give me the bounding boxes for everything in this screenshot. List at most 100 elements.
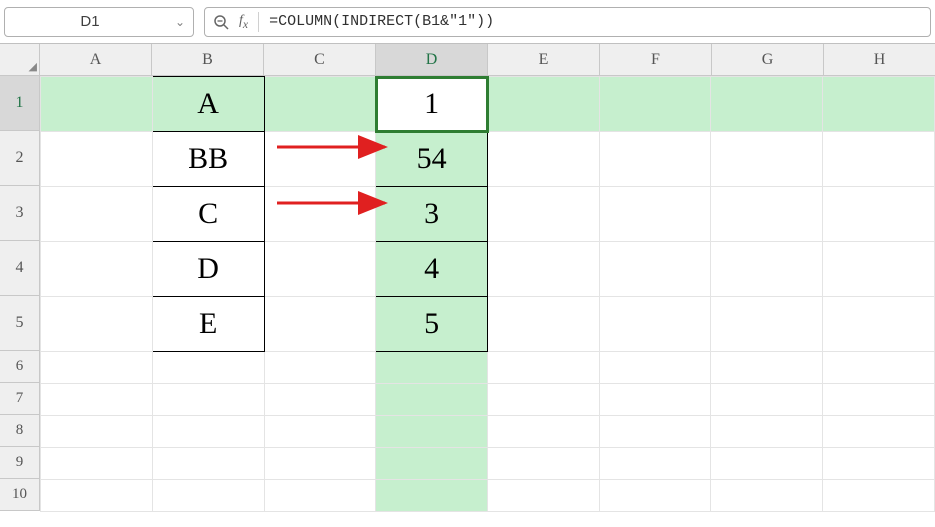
- cell-C5[interactable]: [264, 297, 376, 352]
- cell-G2[interactable]: [711, 132, 823, 187]
- col-header-E[interactable]: E: [488, 44, 600, 76]
- cell-B2[interactable]: BB: [152, 132, 264, 187]
- cell-C7[interactable]: [264, 384, 376, 416]
- row-header-10[interactable]: 10: [0, 479, 40, 511]
- cell-G5[interactable]: [711, 297, 823, 352]
- cell-E6[interactable]: [488, 352, 600, 384]
- col-header-B[interactable]: B: [152, 44, 264, 76]
- row-header-2[interactable]: 2: [0, 131, 40, 186]
- cell-F6[interactable]: [599, 352, 711, 384]
- col-header-D[interactable]: D: [376, 44, 488, 76]
- cell-F7[interactable]: [599, 384, 711, 416]
- cell-D4[interactable]: 4: [376, 242, 488, 297]
- cell-E5[interactable]: [488, 297, 600, 352]
- formula-input-area[interactable]: fx =COLUMN(INDIRECT(B1&"1")): [204, 7, 931, 37]
- cell-A3[interactable]: [41, 187, 153, 242]
- cell-D5[interactable]: 5: [376, 297, 488, 352]
- cell-C2[interactable]: [264, 132, 376, 187]
- cell-E8[interactable]: [488, 416, 600, 448]
- cell-G6[interactable]: [711, 352, 823, 384]
- cell-D6[interactable]: [376, 352, 488, 384]
- cell-G9[interactable]: [711, 448, 823, 480]
- cell-D3[interactable]: 3: [376, 187, 488, 242]
- select-all-corner[interactable]: ◢: [0, 44, 40, 76]
- cell-F10[interactable]: [599, 480, 711, 512]
- cell-H6[interactable]: [823, 352, 935, 384]
- row-header-1[interactable]: 1: [0, 76, 40, 131]
- cell-E9[interactable]: [488, 448, 600, 480]
- cell-B8[interactable]: [152, 416, 264, 448]
- cell-G4[interactable]: [711, 242, 823, 297]
- cell-A9[interactable]: [41, 448, 153, 480]
- cell-E3[interactable]: [488, 187, 600, 242]
- row-header-9[interactable]: 9: [0, 447, 40, 479]
- cell-G10[interactable]: [711, 480, 823, 512]
- name-box[interactable]: D1 ⌄: [4, 7, 194, 37]
- cell-A10[interactable]: [41, 480, 153, 512]
- cell-H3[interactable]: [823, 187, 935, 242]
- row-header-8[interactable]: 8: [0, 415, 40, 447]
- cell-A6[interactable]: [41, 352, 153, 384]
- col-header-H[interactable]: H: [824, 44, 935, 76]
- cell-F5[interactable]: [599, 297, 711, 352]
- cell-B10[interactable]: [152, 480, 264, 512]
- cell-H2[interactable]: [823, 132, 935, 187]
- cell-G7[interactable]: [711, 384, 823, 416]
- cell-B6[interactable]: [152, 352, 264, 384]
- cell-E10[interactable]: [488, 480, 600, 512]
- cell-C4[interactable]: [264, 242, 376, 297]
- cell-G8[interactable]: [711, 416, 823, 448]
- cell-H4[interactable]: [823, 242, 935, 297]
- cell-F9[interactable]: [599, 448, 711, 480]
- cell-F3[interactable]: [599, 187, 711, 242]
- cell-D10[interactable]: [376, 480, 488, 512]
- cell-A1[interactable]: [41, 77, 153, 132]
- cell-D1[interactable]: 1: [376, 77, 488, 132]
- cell-H10[interactable]: [823, 480, 935, 512]
- cell-B5[interactable]: E: [152, 297, 264, 352]
- cell-H9[interactable]: [823, 448, 935, 480]
- cell-D2[interactable]: 54: [376, 132, 488, 187]
- cell-F8[interactable]: [599, 416, 711, 448]
- row-header-7[interactable]: 7: [0, 383, 40, 415]
- cell-A7[interactable]: [41, 384, 153, 416]
- cell-D8[interactable]: [376, 416, 488, 448]
- magnifier-icon[interactable]: [213, 14, 229, 30]
- cell-H1[interactable]: [823, 77, 935, 132]
- cell-B9[interactable]: [152, 448, 264, 480]
- row-header-3[interactable]: 3: [0, 186, 40, 241]
- cell-B1[interactable]: A: [152, 77, 264, 132]
- cell-F4[interactable]: [599, 242, 711, 297]
- cell-C3[interactable]: [264, 187, 376, 242]
- col-header-G[interactable]: G: [712, 44, 824, 76]
- cell-B4[interactable]: D: [152, 242, 264, 297]
- cell-H5[interactable]: [823, 297, 935, 352]
- cell-A4[interactable]: [41, 242, 153, 297]
- row-header-5[interactable]: 5: [0, 296, 40, 351]
- fx-icon[interactable]: fx: [239, 13, 248, 31]
- cell-C8[interactable]: [264, 416, 376, 448]
- cell-C1[interactable]: [264, 77, 376, 132]
- cell-D9[interactable]: [376, 448, 488, 480]
- row-header-6[interactable]: 6: [0, 351, 40, 383]
- cell-E4[interactable]: [488, 242, 600, 297]
- cell-F1[interactable]: [599, 77, 711, 132]
- chevron-down-icon[interactable]: ⌄: [175, 15, 185, 29]
- cell-H7[interactable]: [823, 384, 935, 416]
- cell-F2[interactable]: [599, 132, 711, 187]
- cell-B7[interactable]: [152, 384, 264, 416]
- cell-C10[interactable]: [264, 480, 376, 512]
- cell-E2[interactable]: [488, 132, 600, 187]
- cell-D7[interactable]: [376, 384, 488, 416]
- cell-A2[interactable]: [41, 132, 153, 187]
- cell-A8[interactable]: [41, 416, 153, 448]
- cell-C9[interactable]: [264, 448, 376, 480]
- cell-H8[interactable]: [823, 416, 935, 448]
- cell-B3[interactable]: C: [152, 187, 264, 242]
- cell-G3[interactable]: [711, 187, 823, 242]
- col-header-F[interactable]: F: [600, 44, 712, 76]
- col-header-C[interactable]: C: [264, 44, 376, 76]
- cell-G1[interactable]: [711, 77, 823, 132]
- cell-C6[interactable]: [264, 352, 376, 384]
- cell-A5[interactable]: [41, 297, 153, 352]
